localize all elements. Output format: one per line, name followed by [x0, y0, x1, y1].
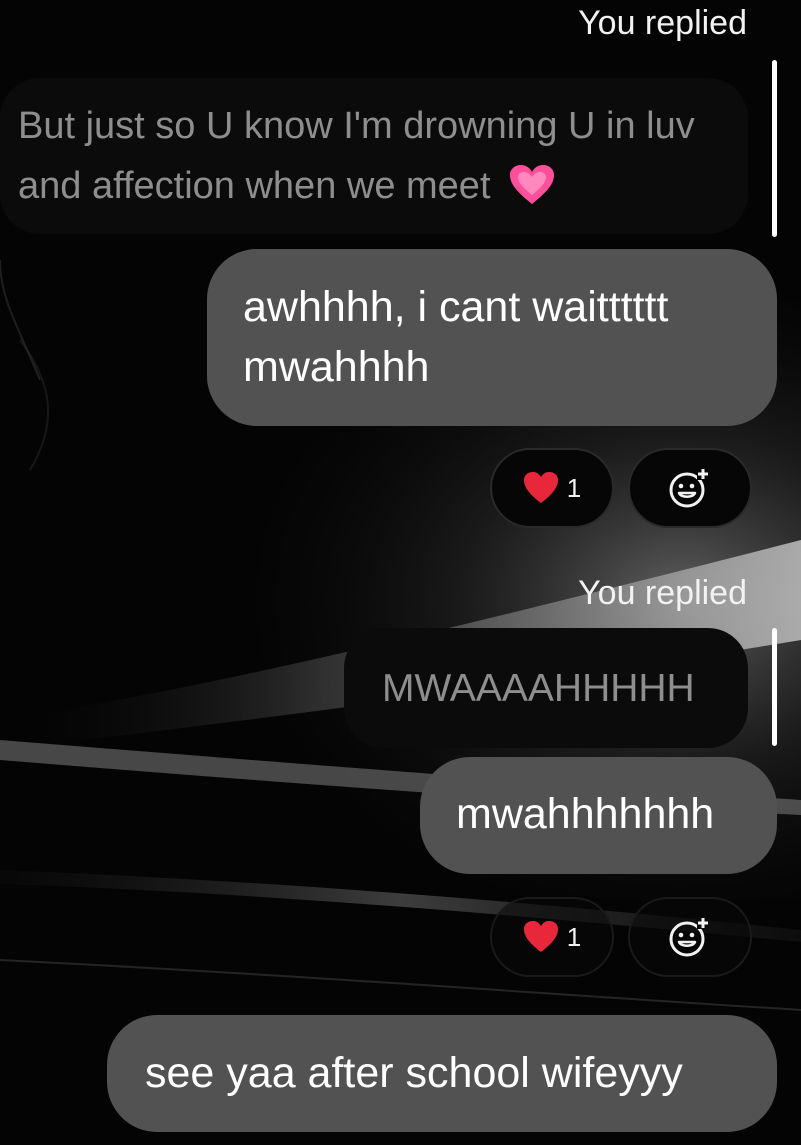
reply-indicator-bar — [772, 628, 777, 746]
quoted-message[interactable]: But just so U know I'm drowning U in luv… — [0, 78, 748, 234]
you-replied-label: You replied — [578, 574, 747, 612]
quoted-message-text: But just so U know I'm drowning U in luv… — [18, 105, 695, 207]
sent-message-bubble[interactable]: awhhhh, i cant waitttttt mwahhhh — [207, 249, 777, 426]
sent-message-text: awhhhh, i cant waitttttt mwahhhh — [243, 283, 669, 391]
add-reaction-button[interactable] — [628, 448, 752, 528]
reply-indicator-bar — [772, 60, 777, 237]
sent-message-bubble[interactable]: see yaa after school wifeyyy — [107, 1015, 777, 1132]
sent-message-bubble[interactable]: mwahhhhhhh — [420, 757, 777, 874]
sent-message-text: mwahhhhhhh — [456, 790, 715, 838]
red-heart-icon — [523, 921, 558, 952]
add-reaction-button[interactable] — [628, 897, 752, 977]
reaction-count: 1 — [566, 921, 582, 952]
reaction-heart-pill[interactable]: 1 — [490, 448, 614, 528]
red-heart-icon — [523, 472, 558, 503]
reaction-heart-pill[interactable]: 1 — [490, 897, 614, 977]
add-reaction-smiley-icon — [669, 468, 709, 508]
add-reaction-smiley-icon — [669, 917, 709, 957]
quoted-message[interactable]: MWAAAAHHHHH — [344, 628, 748, 748]
growing-heart-icon — [510, 165, 555, 204]
sent-message-text: see yaa after school wifeyyy — [145, 1049, 683, 1097]
quoted-message-text: MWAAAAHHHHH — [382, 667, 695, 710]
you-replied-label: You replied — [578, 4, 747, 42]
reaction-count: 1 — [566, 472, 582, 503]
